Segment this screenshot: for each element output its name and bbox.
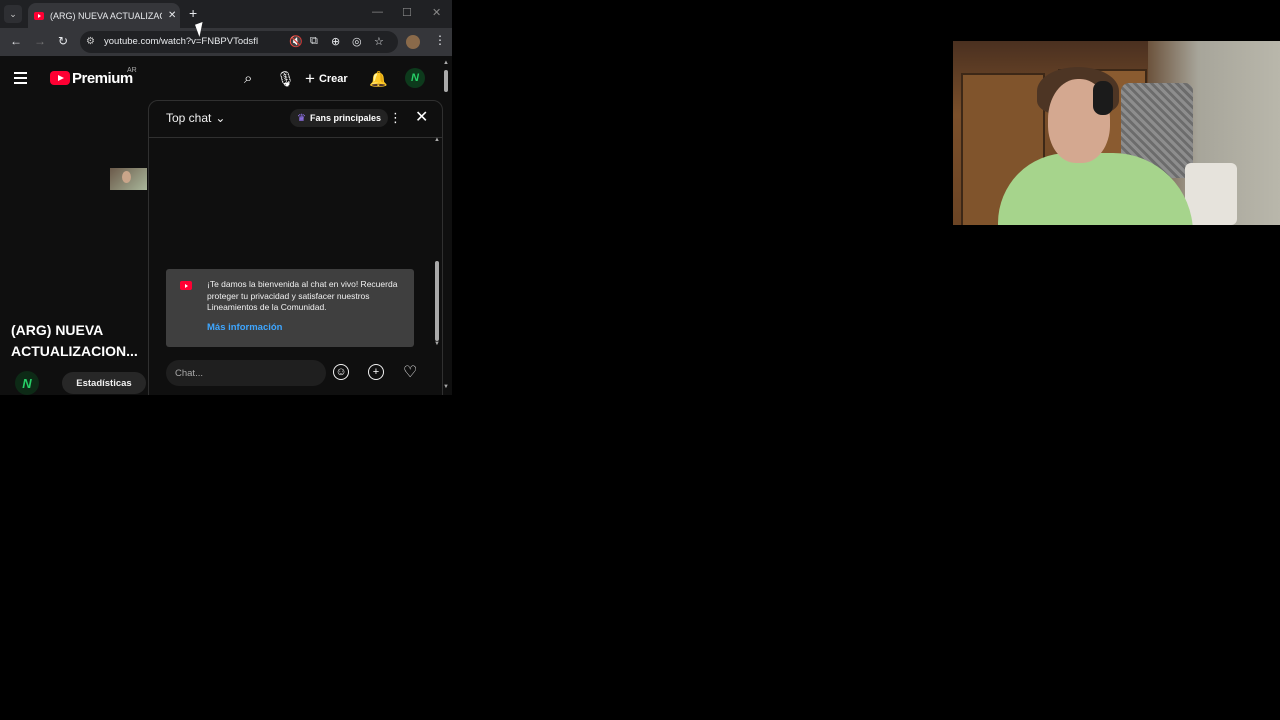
site-info-icon[interactable]: ⚙	[86, 36, 95, 47]
mute-icon[interactable]: 🔇	[289, 35, 303, 48]
more-info-link[interactable]: Más información	[207, 322, 283, 333]
chat-input[interactable]: Chat...	[166, 360, 326, 386]
video-preview[interactable]	[110, 168, 147, 190]
webcam-overlay	[953, 41, 1280, 225]
plus-icon: +	[305, 69, 315, 88]
hamburger-icon[interactable]	[14, 72, 27, 87]
chat-scroll-up-icon[interactable]: ▲	[434, 137, 440, 143]
chat-kebab-icon[interactable]: ⋮	[389, 110, 402, 126]
youtube-icon	[180, 281, 192, 290]
browser-toolbar: ← → ↻ ⚙ youtube.com/watch?v=FNBPVTodsfI …	[0, 28, 452, 56]
heart-icon[interactable]: ♡	[403, 362, 417, 382]
browser-window: ⌄ (ARG) NUEVA ACTUALIZACION ✕ + — ☐ ✕ ← …	[0, 0, 452, 395]
install-icon[interactable]: ⧉	[310, 35, 318, 48]
reload-icon[interactable]: ↻	[58, 34, 68, 48]
maximize-icon[interactable]: ☐	[402, 6, 412, 19]
youtube-favicon	[34, 11, 44, 20]
profile-avatar[interactable]	[406, 35, 420, 49]
welcome-text: ¡Te damos la bienvenida al chat en vivo!…	[207, 279, 398, 312]
window-close-icon[interactable]: ✕	[432, 6, 441, 19]
top-fans-label: Fans principales	[309, 113, 381, 123]
create-button[interactable]: + Crear	[305, 69, 348, 89]
eye-off-icon[interactable]: ◎	[352, 35, 362, 48]
mic-icon[interactable]: 🎙	[276, 70, 295, 88]
tab-list-icon[interactable]: ⌄	[4, 5, 22, 23]
create-label: Crear	[318, 73, 348, 85]
top-fans-button[interactable]: ♛ Fans principales	[290, 109, 388, 127]
chat-close-icon[interactable]: ✕	[415, 107, 428, 127]
browser-tab[interactable]: (ARG) NUEVA ACTUALIZACION ✕	[28, 3, 180, 28]
star-icon[interactable]: ☆	[374, 35, 384, 48]
stats-chip[interactable]: Estadísticas	[62, 372, 146, 394]
chat-header: Top chat ⌄ ♛ Fans principales ⋮ ✕	[149, 101, 442, 138]
emoji-icon[interactable]: ☺	[333, 364, 349, 380]
tab-close-icon[interactable]: ✕	[168, 10, 176, 21]
page-scrollbar[interactable]: ▲ ▼	[443, 60, 449, 395]
chat-scrollbar[interactable]: ▲ ▼	[434, 137, 440, 352]
zoom-icon[interactable]: ⊕	[331, 35, 340, 48]
url-text: youtube.com/watch?v=FNBPVTodsfI	[104, 36, 259, 47]
browser-menu-icon[interactable]: ⋮	[434, 33, 446, 47]
tab-title: (ARG) NUEVA ACTUALIZACION	[50, 10, 162, 21]
minimize-icon[interactable]: —	[372, 6, 383, 18]
chat-scroll-down-icon[interactable]: ▼	[434, 341, 440, 347]
chat-mode-dropdown[interactable]: Top chat ⌄	[166, 111, 225, 125]
chat-mode-label: Top chat	[166, 111, 212, 125]
tab-strip: ⌄ (ARG) NUEVA ACTUALIZACION ✕ + — ☐ ✕	[0, 0, 452, 28]
scroll-down-icon[interactable]: ▼	[443, 384, 449, 390]
new-tab-button[interactable]: +	[189, 5, 197, 21]
bell-icon[interactable]: 🔔	[369, 70, 388, 88]
premium-logo-text[interactable]: Premium	[72, 70, 133, 87]
youtube-header: Premium AR ⌕ 🎙 + Crear 🔔 N	[0, 56, 452, 100]
account-avatar[interactable]: N	[405, 68, 425, 88]
add-icon[interactable]: +	[368, 364, 384, 380]
search-icon[interactable]: ⌕	[244, 70, 252, 87]
live-chat-panel: Top chat ⌄ ♛ Fans principales ⋮ ✕ ▲ ▼ ¡T…	[148, 100, 443, 395]
address-bar[interactable]: ⚙ youtube.com/watch?v=FNBPVTodsfI 🔇 ⧉ ⊕ …	[80, 31, 398, 53]
channel-avatar[interactable]: N	[15, 371, 39, 395]
chevron-down-icon: ⌄	[215, 111, 226, 125]
heater	[1185, 163, 1237, 225]
region-code: AR	[127, 67, 137, 74]
scroll-up-icon[interactable]: ▲	[443, 60, 449, 66]
forward-icon[interactable]: →	[34, 34, 46, 48]
youtube-logo-icon[interactable]	[50, 71, 70, 85]
headset	[1093, 81, 1113, 115]
welcome-message: ¡Te damos la bienvenida al chat en vivo!…	[166, 269, 414, 347]
crown-icon: ♛	[297, 112, 306, 124]
video-title: (ARG) NUEVA ACTUALIZACION...	[11, 322, 138, 359]
back-icon[interactable]: ←	[10, 34, 22, 48]
chat-scroll-thumb[interactable]	[435, 261, 439, 341]
scroll-thumb[interactable]	[444, 70, 448, 92]
